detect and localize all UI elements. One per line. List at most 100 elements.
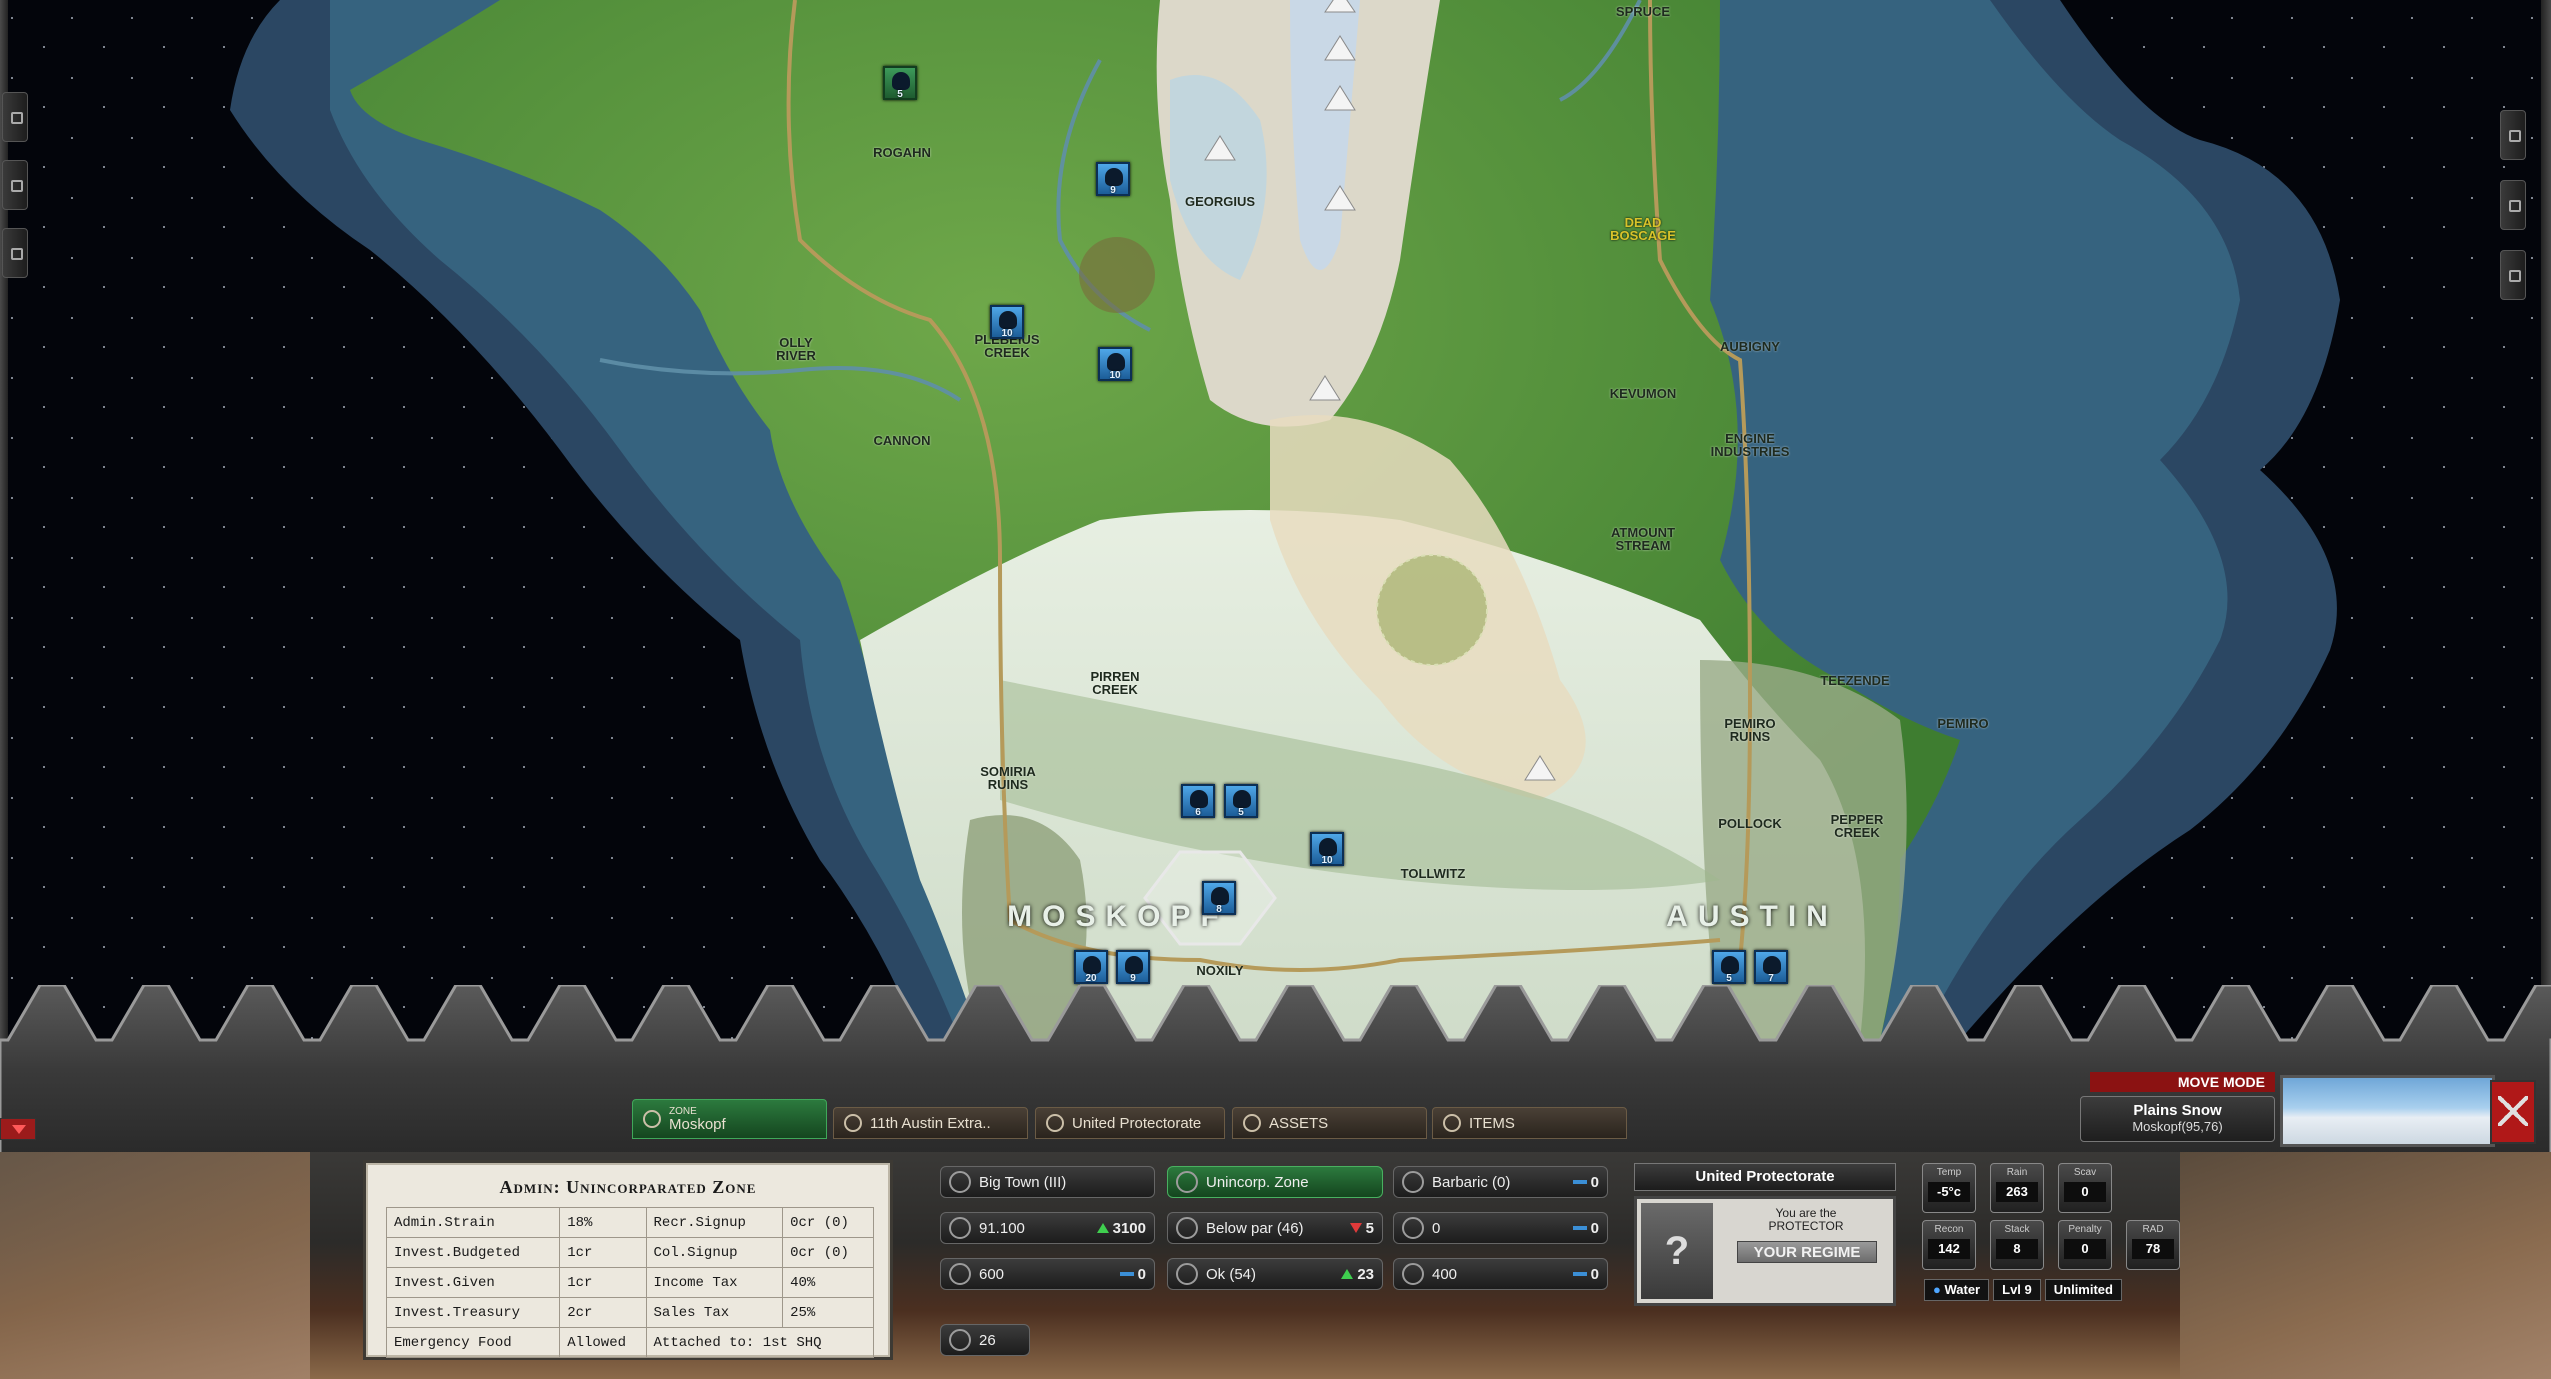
regime-flag-icon[interactable]: [2490, 1080, 2536, 1144]
population-icon: [949, 1217, 971, 1239]
admin-table: Admin.Strain 18% Recr.Signup 0cr (0) Invest…: [385, 1207, 875, 1358]
town-icon: [949, 1171, 971, 1193]
location-label: AUBIGNY: [1720, 339, 1780, 354]
unit-counter[interactable]: 9: [1116, 950, 1150, 984]
food-icon: [949, 1263, 971, 1285]
unit-counter[interactable]: 6: [1181, 784, 1215, 818]
tab-zone[interactable]: ZONE Moskopf: [632, 1099, 827, 1139]
unit-icon: [892, 72, 910, 90]
location-label: TEEZENDE: [1820, 673, 1890, 688]
city-label-large: AUSTIN: [1666, 900, 1838, 933]
regime-message: You are the PROTECTOR: [1768, 1206, 1844, 1233]
heart-icon: [1176, 1217, 1198, 1239]
water-label: ● Water: [1924, 1279, 1990, 1301]
unit-counter[interactable]: 7: [1754, 950, 1788, 984]
tab-regime[interactable]: United Protectorate: [1035, 1107, 1225, 1139]
admin-card: Admin: Unincorparated Zone Admin.Strain 1…: [363, 1160, 893, 1360]
unit-counter[interactable]: 9: [1096, 162, 1130, 196]
location-label: DEAD BOSCAGE: [1610, 215, 1676, 243]
stat-health[interactable]: Ok (54) 23: [1167, 1258, 1383, 1290]
stat-food[interactable]: 600 0: [940, 1258, 1155, 1290]
neutral-dash-icon: [1572, 1180, 1587, 1184]
location-label: GEORGIUS: [1184, 194, 1256, 209]
tab-assets[interactable]: ASSETS: [1232, 1107, 1427, 1139]
tab-unit-label: 11th Austin Extra..: [870, 1114, 991, 1132]
stat-zone-type[interactable]: Unincorp. Zone: [1167, 1166, 1383, 1198]
location-label: ROGAHN: [873, 145, 931, 160]
location-label: PIRREN CREEK: [1090, 669, 1140, 697]
unit-icon: [1721, 956, 1739, 974]
move-mode-banner[interactable]: MOVE MODE: [2090, 1072, 2275, 1092]
unit-icon: [1319, 838, 1337, 856]
unit-counter[interactable]: 5: [1712, 950, 1746, 984]
terrain-name: Plains Snow: [2133, 1102, 2222, 1119]
unit-icon: [1211, 887, 1229, 905]
water-drop-icon: ●: [1933, 1282, 1941, 1297]
unit-counter[interactable]: 10: [1310, 832, 1344, 866]
table-row: Emergency Food Allowed Attached to: 1st SH…: [385, 1327, 875, 1358]
collapse-panel-button[interactable]: [0, 1118, 36, 1140]
penalty-box: Penalty 0: [2058, 1220, 2112, 1270]
left-toolbar-button-1[interactable]: [2, 92, 28, 142]
envelope-icon: [844, 1114, 862, 1132]
table-row: Admin.Strain 18% Recr.Signup 0cr (0): [385, 1207, 874, 1238]
stat-culture[interactable]: Barbaric (0) 0: [1393, 1166, 1608, 1198]
tab-items-label: ITEMS: [1469, 1114, 1515, 1132]
tab-assets-label: ASSETS: [1269, 1114, 1329, 1132]
stat-population[interactable]: 91.100 3100: [940, 1212, 1155, 1244]
stat-town[interactable]: Big Town (III): [940, 1166, 1155, 1198]
water-row: ● Water Lvl 9 Unlimited: [1924, 1279, 2184, 1301]
stat-resource-a[interactable]: 0 0: [1393, 1212, 1608, 1244]
table-row: Invest.Given 1cr Income Tax 40%: [385, 1267, 874, 1298]
map-terrain: [0, 0, 2551, 1040]
unit-counter[interactable]: 5: [1224, 784, 1258, 818]
terrain-image: [2280, 1075, 2495, 1147]
hex-coordinates: Moskopf(95,76): [2132, 1119, 2223, 1134]
location-label: PEPPER CREEK: [1830, 812, 1884, 840]
tab-regime-label: United Protectorate: [1072, 1114, 1202, 1132]
temp-box: Temp -5°c: [1922, 1163, 1976, 1213]
unit-counter[interactable]: 5: [883, 66, 917, 100]
rad-box: RAD 78: [2126, 1220, 2180, 1270]
tab-unit[interactable]: 11th Austin Extra..: [833, 1107, 1028, 1139]
map-frame-right: [2541, 0, 2551, 1040]
culture-icon: [1402, 1171, 1424, 1193]
left-toolbar-button-3[interactable]: [2, 228, 28, 278]
your-regime-button[interactable]: YOUR REGIME: [1737, 1241, 1877, 1263]
unit-icon: [1763, 956, 1781, 974]
tab-items[interactable]: ITEMS: [1432, 1107, 1627, 1139]
stat-morale[interactable]: Below par (46) 5: [1167, 1212, 1383, 1244]
right-toolbar-button-1[interactable]: [2500, 110, 2526, 160]
flame-icon: [949, 1329, 971, 1351]
unit-icon: [999, 311, 1017, 329]
neutral-dash-icon: [1119, 1272, 1134, 1276]
strategic-map[interactable]: SPRUCE ROGAHN GEORGIUS DEAD BOSCAGE OLLY…: [0, 0, 2551, 1040]
stat-count[interactable]: 26: [940, 1324, 1030, 1356]
location-label: CANNON: [873, 433, 931, 448]
neutral-dash-icon: [1572, 1226, 1587, 1230]
terrain-info: Plains Snow Moskopf(95,76): [2080, 1096, 2275, 1142]
unit-icon: [1233, 790, 1251, 808]
rain-box: Rain 263: [1990, 1163, 2044, 1213]
right-toolbar-button-3[interactable]: [2500, 250, 2526, 300]
right-toolbar-button-2[interactable]: [2500, 180, 2526, 230]
tab-zone-label: Moskopf: [669, 1115, 726, 1133]
unit-counter[interactable]: 10: [1098, 347, 1132, 381]
unit-icon: [1105, 168, 1123, 186]
location-label: ATMOUNT STREAM: [1610, 525, 1676, 553]
location-label: KEVUMON: [1609, 386, 1677, 401]
panel-decoration-right: [2180, 1152, 2551, 1379]
arrow-up-icon: [1096, 1223, 1109, 1233]
unknown-portrait-icon: ?: [1641, 1203, 1713, 1299]
location-label: OLLY RIVER: [776, 335, 816, 363]
scav-box: Scav 0: [2058, 1163, 2112, 1213]
unit-counter[interactable]: 20: [1074, 950, 1108, 984]
unit-counter[interactable]: 8: [1202, 881, 1236, 915]
stat-resource-b[interactable]: 400 0: [1393, 1258, 1608, 1290]
arrow-down-icon: [1349, 1223, 1362, 1233]
road-icon: [1402, 1263, 1424, 1285]
left-toolbar-button-2[interactable]: [2, 160, 28, 210]
unit-counter[interactable]: 10: [990, 305, 1024, 339]
panel-decoration-left: [0, 1152, 310, 1379]
stack-box: Stack 8: [1990, 1220, 2044, 1270]
